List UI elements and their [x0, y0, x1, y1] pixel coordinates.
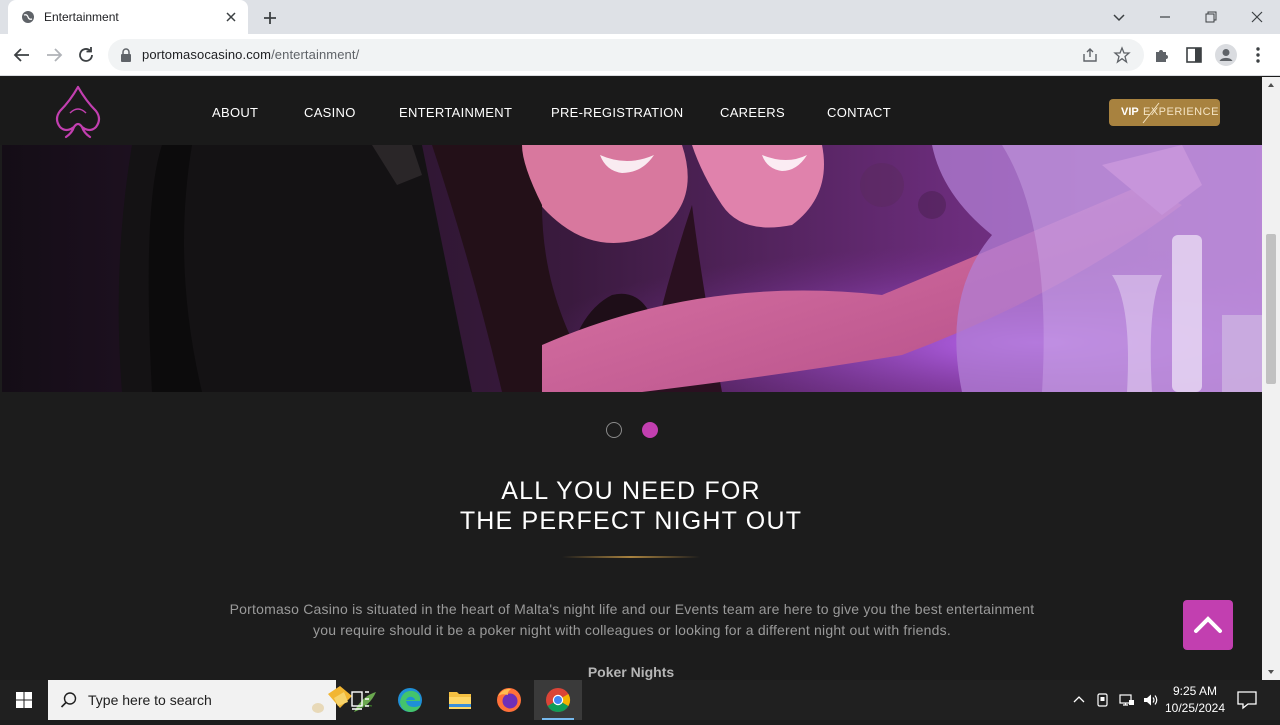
tab-search-icon[interactable]: [1108, 6, 1130, 28]
close-window-icon[interactable]: [1246, 6, 1268, 28]
device-icon[interactable]: [1094, 691, 1112, 709]
reload-icon[interactable]: [74, 43, 98, 67]
url-path: /entertainment/: [271, 47, 360, 62]
heading-line-1: ALL YOU NEED FOR: [501, 477, 761, 505]
heading-line-2: THE PERFECT NIGHT OUT: [459, 507, 803, 535]
windows-start-icon[interactable]: [0, 680, 48, 720]
extensions-icon[interactable]: [1150, 43, 1174, 67]
vip-experience-button[interactable]: VIP EXPERIENCE: [1109, 99, 1220, 126]
section-heading: ALL YOU NEED FOR THE PERFECT NIGHT OUT: [0, 476, 1262, 536]
share-icon[interactable]: [1081, 46, 1099, 64]
search-icon: [60, 692, 77, 708]
url-text[interactable]: portomasocasino.com/entertainment/: [142, 47, 359, 62]
firefox-icon[interactable]: [485, 680, 533, 720]
scroll-up-arrow-icon[interactable]: [1267, 81, 1275, 89]
vip-label: VIP: [1121, 106, 1139, 118]
taskbar-clock[interactable]: 9:25 AM 10/25/2024: [1160, 683, 1230, 717]
carousel-dot-2[interactable]: [642, 422, 658, 438]
back-icon[interactable]: [10, 43, 34, 67]
browser-toolbar: portomasocasino.com/entertainment/: [0, 34, 1280, 76]
globe-icon: [22, 11, 34, 23]
clock-date: 10/25/2024: [1164, 701, 1226, 715]
browser-tab[interactable]: Entertainment: [8, 0, 248, 34]
file-explorer-icon[interactable]: [436, 680, 484, 720]
webpage: ABOUT CASINO ENTERTAINMENT PRE-REGISTRAT…: [0, 77, 1262, 680]
search-placeholder: Type here to search: [88, 692, 212, 708]
menu-kebab-icon[interactable]: [1246, 43, 1270, 67]
tab-strip: Entertainment: [0, 0, 1280, 34]
carousel-dot-1[interactable]: [606, 422, 622, 438]
clock-time: 9:25 AM: [1172, 684, 1218, 698]
intro-paragraph: Portomaso Casino is situated in the hear…: [180, 599, 1084, 641]
url-domain: portomasocasino.com: [142, 47, 272, 62]
nav-link-careers[interactable]: CAREERS: [720, 105, 785, 120]
notification-center-icon[interactable]: [1236, 690, 1258, 710]
close-tab-icon[interactable]: [222, 8, 240, 26]
intro-line-2: you require should it be a poker night w…: [313, 622, 951, 638]
task-view-icon[interactable]: [336, 680, 384, 720]
carousel-indicators: [0, 422, 1262, 438]
nav-link-casino[interactable]: CASINO: [304, 105, 356, 120]
intro-line-1: Portomaso Casino is situated in the hear…: [229, 601, 1035, 617]
new-tab-icon[interactable]: [259, 7, 281, 29]
scrollbar-thumb[interactable]: [1266, 234, 1276, 384]
hero-carousel-image: [2, 145, 1262, 392]
chrome-taskbar-button[interactable]: [534, 680, 582, 720]
gold-divider: [562, 556, 700, 558]
nav-link-pre-registration[interactable]: PRE-REGISTRATION: [551, 105, 683, 120]
nav-link-contact[interactable]: CONTACT: [827, 105, 891, 120]
network-icon[interactable]: [1118, 691, 1136, 709]
page-scrollbar[interactable]: [1262, 77, 1280, 680]
tab-title: Entertainment: [44, 10, 119, 24]
forward-icon[interactable]: [42, 43, 66, 67]
back-to-top-button[interactable]: [1183, 600, 1233, 650]
show-hidden-icons-chevron-icon[interactable]: [1070, 691, 1088, 709]
bookmark-star-icon[interactable]: [1113, 46, 1131, 64]
site-header: ABOUT CASINO ENTERTAINMENT PRE-REGISTRAT…: [0, 77, 1262, 145]
edge-browser-icon[interactable]: [386, 680, 434, 720]
nav-link-entertainment[interactable]: ENTERTAINMENT: [399, 105, 512, 120]
spade-logo-icon[interactable]: [50, 83, 106, 141]
windows-taskbar: Type here to search 9:25 AM 10/25/2024: [0, 680, 1280, 720]
minimize-icon[interactable]: [1154, 6, 1176, 28]
nav-link-about[interactable]: ABOUT: [212, 105, 258, 120]
profile-avatar-icon[interactable]: [1214, 43, 1238, 67]
taskbar-search-box[interactable]: Type here to search: [48, 680, 376, 720]
address-bar[interactable]: portomasocasino.com/entertainment/: [108, 39, 1144, 71]
side-panel-icon[interactable]: [1182, 43, 1206, 67]
lock-icon[interactable]: [120, 48, 132, 62]
experience-label: EXPERIENCE: [1143, 106, 1219, 118]
chrome-icon: [546, 688, 571, 713]
volume-icon[interactable]: [1142, 691, 1160, 709]
scroll-down-arrow-icon[interactable]: [1267, 668, 1275, 676]
chevron-up-icon: [1194, 616, 1222, 633]
restore-icon[interactable]: [1200, 6, 1222, 28]
poker-nights-heading: Poker Nights: [587, 664, 675, 680]
